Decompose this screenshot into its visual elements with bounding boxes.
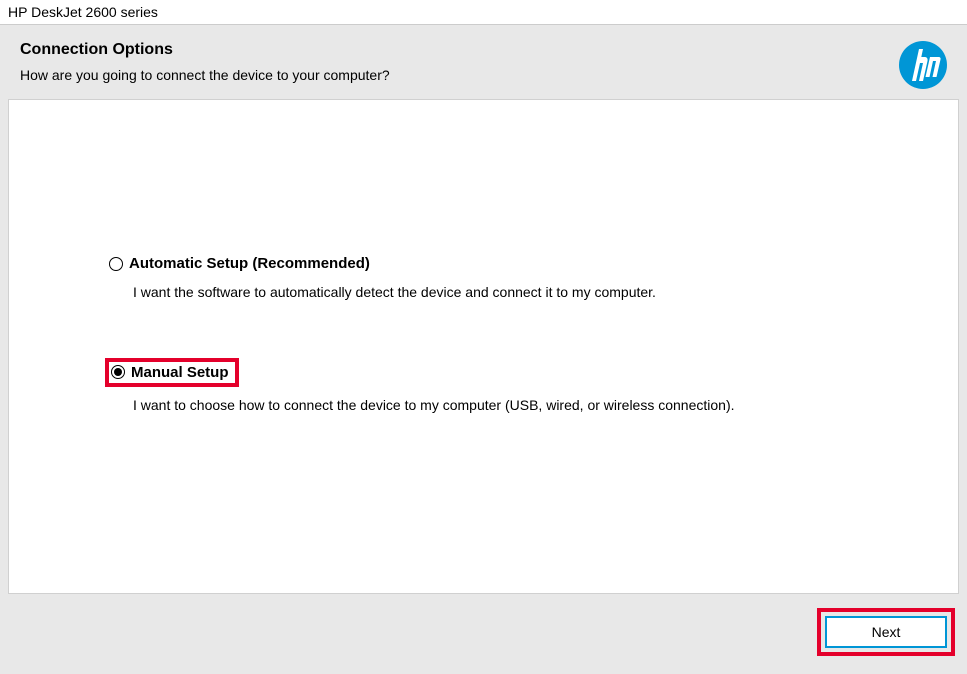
next-button[interactable]: Next (825, 616, 947, 648)
page-title: Connection Options (20, 41, 390, 59)
option-automatic-head[interactable]: Automatic Setup (Recommended) (109, 255, 370, 272)
header: Connection Options How are you going to … (0, 25, 967, 99)
next-button-highlight: Next (817, 608, 955, 656)
option-automatic-desc: I want the software to automatically det… (133, 284, 958, 300)
hp-logo-icon (899, 41, 947, 89)
outer-container: Connection Options How are you going to … (0, 25, 967, 674)
content-panel: Automatic Setup (Recommended) I want the… (8, 99, 959, 594)
window-title: HP DeskJet 2600 series (8, 4, 158, 20)
footer-area: Next (0, 594, 967, 664)
radio-automatic[interactable] (109, 257, 123, 271)
option-automatic: Automatic Setup (Recommended) I want the… (109, 255, 958, 300)
option-automatic-label: Automatic Setup (Recommended) (129, 255, 370, 272)
options-group: Automatic Setup (Recommended) I want the… (9, 100, 958, 413)
radio-manual[interactable] (111, 365, 125, 379)
header-text: Connection Options How are you going to … (20, 41, 390, 83)
footer: Next (817, 608, 955, 656)
option-manual-desc: I want to choose how to connect the devi… (133, 397, 958, 413)
window-title-bar: HP DeskJet 2600 series (0, 0, 967, 25)
page-subtitle: How are you going to connect the device … (20, 67, 390, 83)
option-manual-head[interactable]: Manual Setup (105, 358, 239, 387)
option-manual: Manual Setup I want to choose how to con… (109, 358, 958, 413)
option-manual-label: Manual Setup (131, 364, 229, 381)
